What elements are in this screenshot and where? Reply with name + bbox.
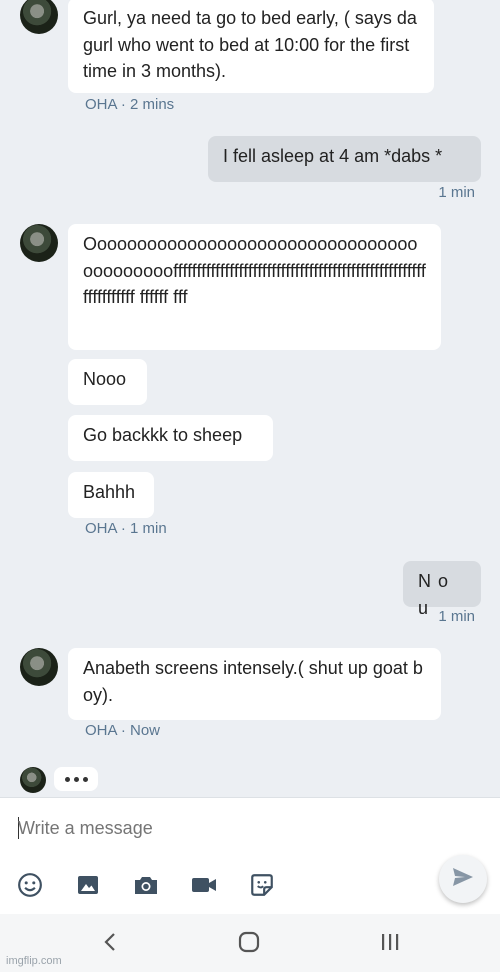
emoji-icon[interactable] [17,872,43,898]
message-bubble[interactable]: Nooo [68,359,147,405]
message-list[interactable]: Gurl, ya need ta go to bed early, ( says… [0,0,500,797]
message-meta: 1 min [438,608,475,625]
home-icon[interactable] [234,930,264,954]
typing-indicator [54,767,98,791]
recents-icon[interactable] [375,930,405,954]
video-icon[interactable] [191,872,217,898]
message-meta: OHA · Now [85,722,161,739]
message-composer [0,797,500,915]
avatar[interactable] [20,224,58,262]
message-bubble[interactable]: Anabeth screens intensely.( shut up goat… [68,648,441,720]
back-icon[interactable] [95,930,125,954]
message-bubble[interactable]: Go backkk to sheep [68,415,273,461]
image-icon[interactable] [75,872,101,898]
message-bubble[interactable]: N o u [403,561,481,618]
message-meta: OHA · 1 min [85,520,167,537]
avatar[interactable] [20,648,58,686]
sticker-icon[interactable] [249,872,275,898]
avatar[interactable] [20,0,58,34]
message-bubble[interactable]: Bahhh [68,472,154,518]
send-button[interactable] [439,855,487,903]
message-bubble[interactable]: Gurl, ya need ta go to bed early, ( says… [68,0,434,93]
message-bubble[interactable]: I fell asleep at 4 am *dabs * [208,136,481,182]
message-meta: 1 min [438,184,475,201]
send-icon [452,867,474,892]
message-bubble[interactable]: Oooooooooooooooooooooooooooooooooooooooo… [68,224,441,350]
avatar[interactable] [20,767,46,793]
watermark: imgflip.com [6,955,62,967]
message-meta: OHA · 2 mins [85,96,175,113]
system-nav-bar [0,914,500,972]
message-input[interactable] [18,816,418,840]
camera-icon[interactable] [133,872,159,898]
